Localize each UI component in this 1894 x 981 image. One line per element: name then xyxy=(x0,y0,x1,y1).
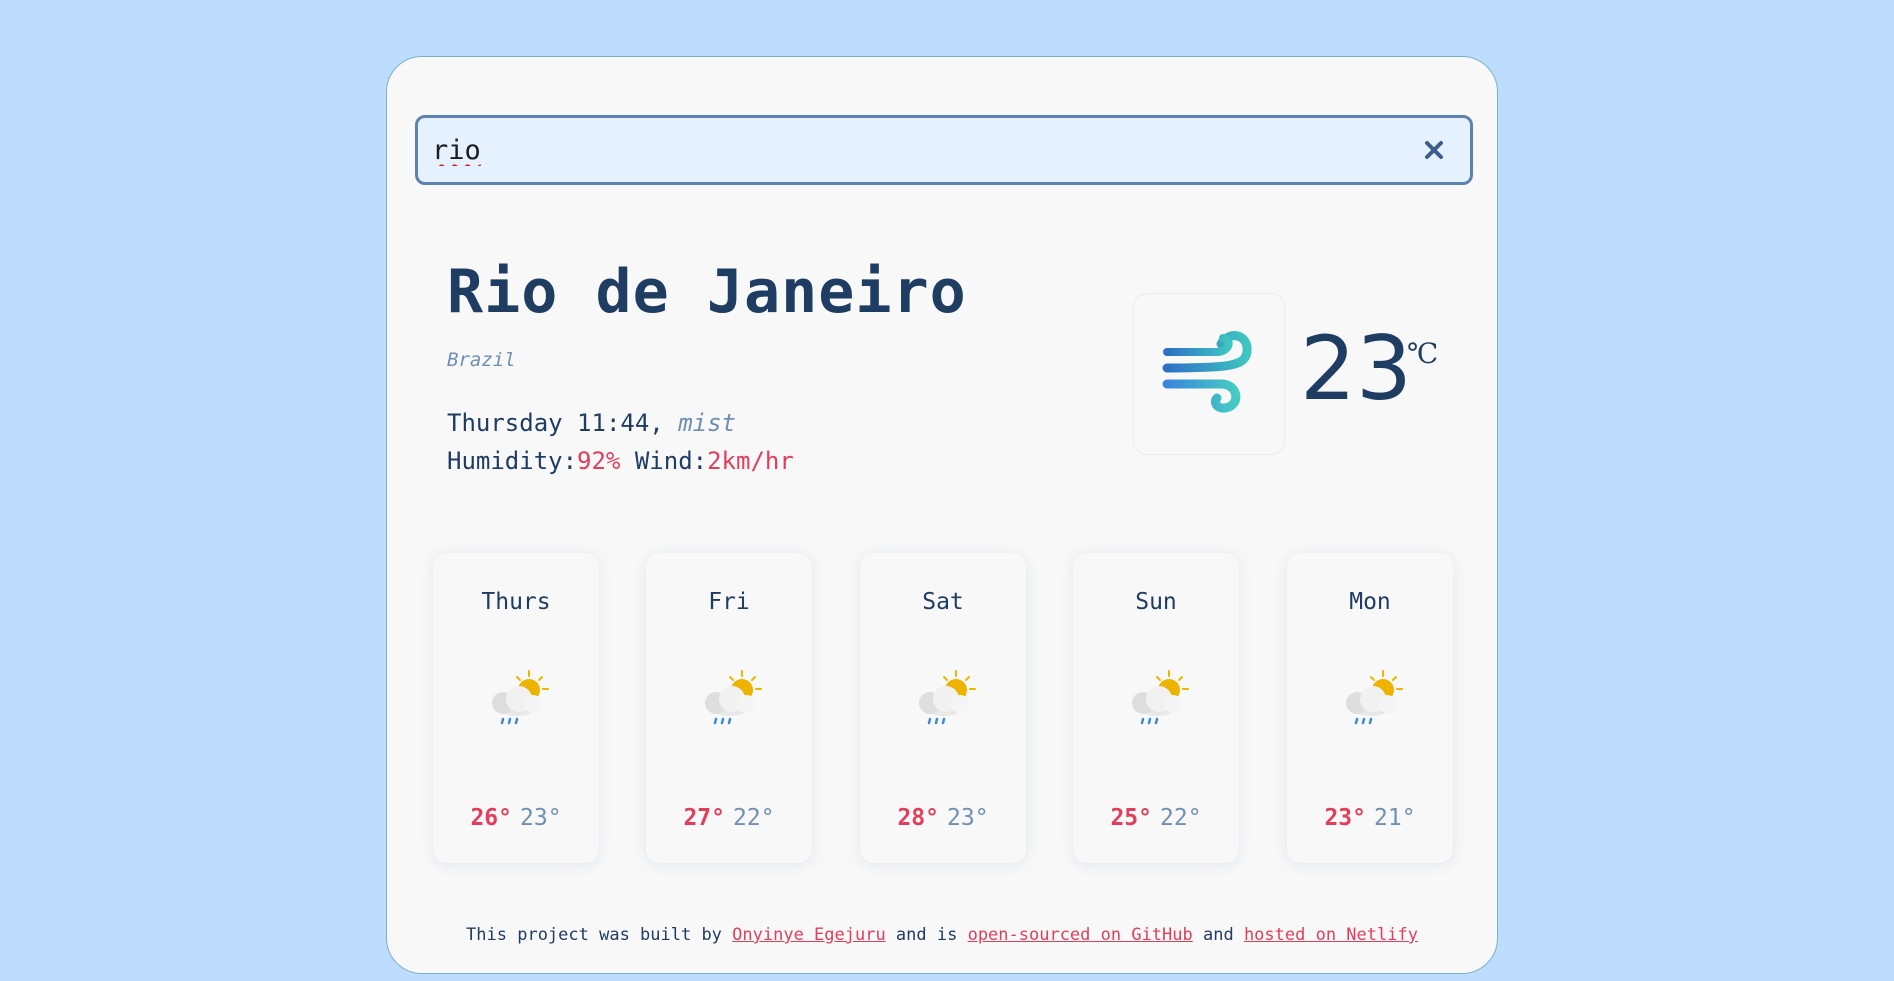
forecast-temps: 23° 21° xyxy=(1287,805,1453,831)
footer: This project was built by Onyinye Egejur… xyxy=(387,925,1497,945)
forecast-day-name: Mon xyxy=(1349,589,1391,615)
forecast-day-name: Thurs xyxy=(481,589,551,615)
forecast-temps: 26° 23° xyxy=(433,805,599,831)
wind-value: 2km/hr xyxy=(707,447,794,475)
forecast-day-card: Sun 25° 22° xyxy=(1073,553,1239,863)
humidity-label: Humidity: xyxy=(447,447,578,475)
forecast-low: 23° xyxy=(947,805,989,831)
city-name: Rio de Janeiro xyxy=(447,257,967,327)
forecast-high: 23° xyxy=(1324,805,1366,831)
forecast-temps: 27° 22° xyxy=(646,805,812,831)
netlify-link[interactable]: hosted on Netlify xyxy=(1244,925,1418,945)
forecast-temps: 28° 23° xyxy=(860,805,1026,831)
current-weather-icon-box xyxy=(1133,293,1285,455)
forecast-low: 21° xyxy=(1374,805,1416,831)
wind-label: Wind: xyxy=(634,447,708,475)
forecast-day-card: Fri 27° 22° xyxy=(646,553,812,863)
github-link[interactable]: open-sourced on GitHub xyxy=(968,925,1193,945)
footer-text: and is xyxy=(885,925,968,945)
forecast-low: 23° xyxy=(520,805,562,831)
sun-cloud-rain-icon xyxy=(1132,670,1189,725)
search-bar xyxy=(415,115,1473,185)
forecast-high: 28° xyxy=(897,805,939,831)
forecast-high: 25° xyxy=(1110,805,1152,831)
humidity-wind-line: Humidity:92% Wind:2km/hr xyxy=(447,447,794,475)
forecast-day-card: Thurs 26° 23° xyxy=(433,553,599,863)
current-temperature: 23 xyxy=(1300,317,1412,420)
author-link[interactable]: Onyinye Egejuru xyxy=(732,925,886,945)
sun-cloud-rain-icon xyxy=(705,670,762,725)
forecast-high: 26° xyxy=(470,805,512,831)
weather-card: Rio de Janeiro Brazil Thursday 11:44, mi… xyxy=(386,56,1498,974)
sun-cloud-rain-icon xyxy=(492,670,549,725)
forecast-low: 22° xyxy=(733,805,775,831)
footer-text: This project was built by xyxy=(466,925,733,945)
footer-text: and xyxy=(1192,925,1244,945)
temperature-unit-toggle[interactable]: ℃ xyxy=(1407,337,1438,370)
sun-cloud-rain-icon xyxy=(1346,670,1403,725)
forecast-day-card: Mon 23° 21° xyxy=(1287,553,1453,863)
weather-description: mist xyxy=(678,409,736,437)
forecast-high: 27° xyxy=(683,805,725,831)
forecast-day-name: Sat xyxy=(922,589,964,615)
forecast-day-card: Sat 28° 23° xyxy=(860,553,1026,863)
search-input[interactable] xyxy=(432,128,1392,172)
wind-icon xyxy=(1162,331,1252,413)
date-description-line: Thursday 11:44, mist xyxy=(447,409,736,437)
humidity-value: 92% xyxy=(577,447,621,475)
forecast-day-name: Fri xyxy=(708,589,750,615)
sun-cloud-rain-icon xyxy=(919,670,976,725)
forecast-temps: 25° 22° xyxy=(1073,805,1239,831)
forecast-day-name: Sun xyxy=(1135,589,1177,615)
country-name: Brazil xyxy=(447,349,516,371)
forecast-low: 22° xyxy=(1160,805,1202,831)
clear-search-button[interactable] xyxy=(1416,132,1452,168)
close-icon xyxy=(1425,141,1443,159)
current-datetime: Thursday 11:44, xyxy=(447,409,664,437)
